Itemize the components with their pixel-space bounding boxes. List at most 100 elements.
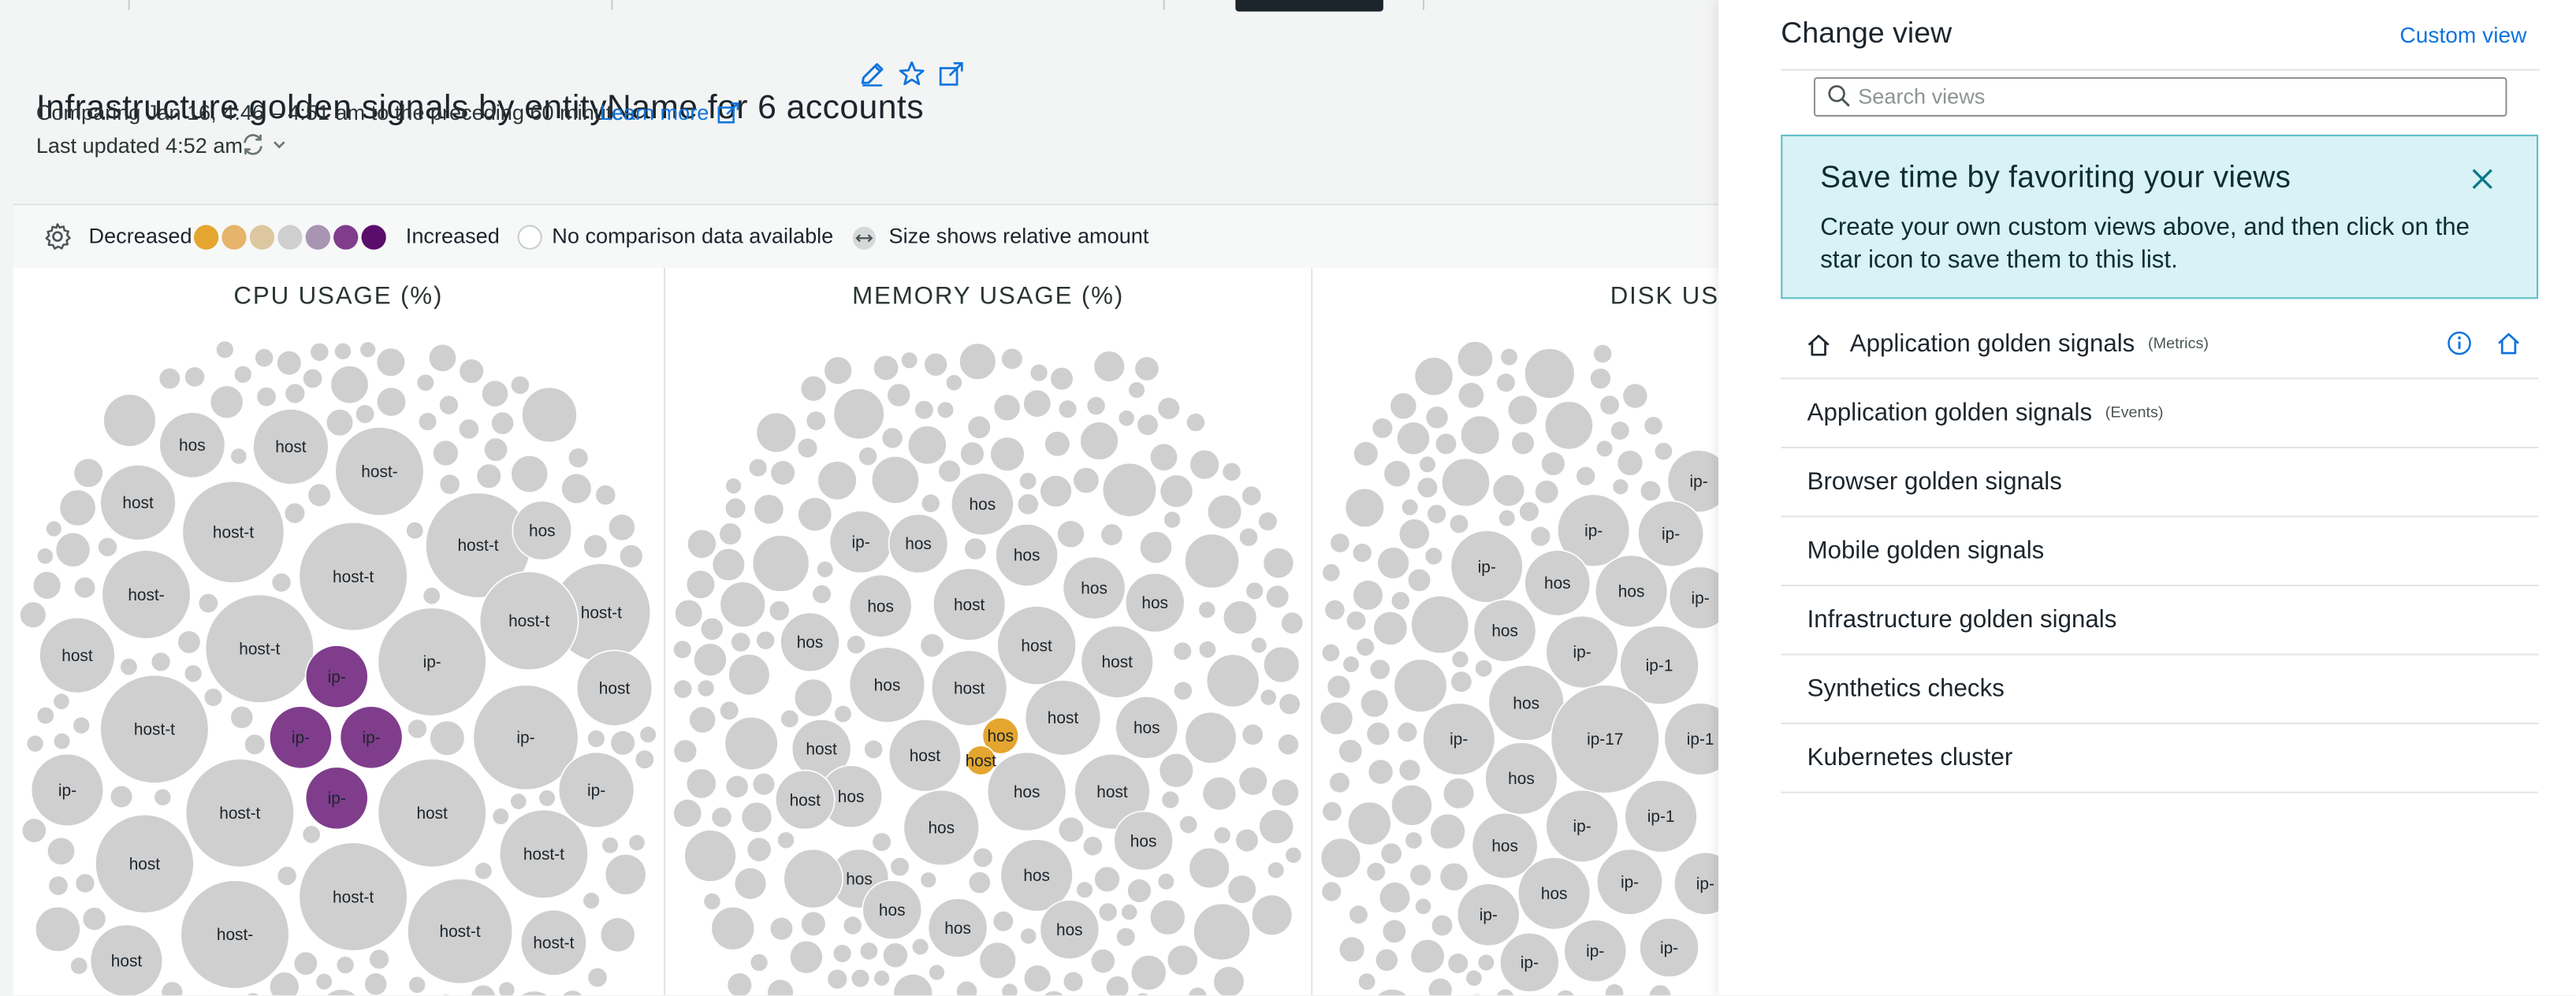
host-bubble[interactable] xyxy=(1416,476,1439,499)
host-bubble[interactable] xyxy=(368,948,390,971)
host-bubble[interactable] xyxy=(333,341,352,361)
host-bubble[interactable] xyxy=(1265,584,1290,609)
host-bubble[interactable] xyxy=(672,678,694,700)
host-bubble[interactable] xyxy=(1089,948,1116,975)
host-bubble[interactable] xyxy=(470,983,497,996)
host-bubble[interactable] xyxy=(1280,611,1305,635)
open-external-icon[interactable] xyxy=(936,59,966,89)
host-bubble[interactable] xyxy=(1372,610,1409,646)
edit-pencil-icon[interactable] xyxy=(858,59,888,89)
star-icon[interactable] xyxy=(897,59,927,89)
host-bubble[interactable] xyxy=(177,630,202,655)
host-bubble[interactable] xyxy=(1534,479,1560,505)
host-bubble[interactable] xyxy=(1396,721,1419,743)
host-bubble[interactable] xyxy=(315,972,333,991)
host-bubble[interactable] xyxy=(766,978,795,996)
host-bubble[interactable] xyxy=(19,600,47,630)
host-bubble[interactable] xyxy=(936,400,955,419)
host-bubble[interactable] xyxy=(1326,674,1352,700)
host-bubble[interactable] xyxy=(1227,874,1257,905)
host-bubble[interactable] xyxy=(674,598,704,628)
host-bubble[interactable] xyxy=(497,980,516,996)
host-bubble[interactable] xyxy=(1320,880,1342,903)
host-bubble[interactable] xyxy=(1241,485,1263,507)
host-bubble[interactable] xyxy=(309,341,330,362)
host-bubble[interactable] xyxy=(753,493,785,526)
host-bubble[interactable] xyxy=(1495,987,1515,996)
host-bubble[interactable] xyxy=(963,537,988,561)
host-bubble[interactable] xyxy=(992,393,1022,422)
host-bubble[interactable] xyxy=(1352,579,1384,611)
host-bubble[interactable] xyxy=(1234,827,1260,853)
host-bubble[interactable] xyxy=(1022,388,1052,418)
host-bubble[interactable] xyxy=(627,833,646,852)
host-bubble[interactable] xyxy=(992,910,1014,933)
host-bubble[interactable] xyxy=(1222,600,1258,635)
host-bubble[interactable] xyxy=(102,393,157,448)
host-bubble[interactable] xyxy=(150,651,172,673)
host-bubble[interactable] xyxy=(521,386,578,444)
host-bubble[interactable] xyxy=(1016,492,1040,516)
host-bubble[interactable] xyxy=(35,705,55,726)
host-bubble[interactable] xyxy=(1205,653,1260,708)
host-bubble[interactable] xyxy=(435,993,457,996)
host-bubble[interactable] xyxy=(1589,367,1612,390)
host-bubble[interactable] xyxy=(1319,701,1354,736)
host-bubble[interactable] xyxy=(1221,461,1242,482)
host-bubble[interactable] xyxy=(1185,412,1206,433)
host-bubble[interactable] xyxy=(1381,918,1407,944)
toolbar-primary-button[interactable] xyxy=(1235,0,1383,12)
host-bubble[interactable] xyxy=(1540,451,1566,477)
host-bubble[interactable] xyxy=(1621,382,1649,410)
host-bubble[interactable] xyxy=(696,678,716,698)
host-bubble[interactable] xyxy=(375,386,408,418)
host-bubble[interactable] xyxy=(1148,898,1186,936)
view-list-item[interactable]: Application golden signals (Metrics) xyxy=(1781,310,2539,380)
host-bubble[interactable] xyxy=(1178,814,1199,834)
host-bubble[interactable] xyxy=(482,437,509,463)
host-bubble[interactable] xyxy=(1595,439,1614,459)
gear-icon[interactable] xyxy=(43,221,73,251)
host-bubble[interactable] xyxy=(816,559,835,579)
host-bubble[interactable] xyxy=(215,340,235,360)
search-views-input[interactable] xyxy=(1858,82,2483,109)
host-bubble[interactable] xyxy=(1257,511,1279,532)
host-bubble[interactable] xyxy=(710,905,756,951)
host-bubble[interactable] xyxy=(81,906,107,931)
host-bubble[interactable] xyxy=(209,385,244,420)
host-bubble[interactable] xyxy=(1072,466,1100,495)
host-bubble[interactable] xyxy=(229,447,248,466)
host-bubble[interactable] xyxy=(805,410,827,432)
host-bubble[interactable] xyxy=(1159,474,1194,509)
host-bubble[interactable] xyxy=(432,439,460,467)
host-bubble[interactable] xyxy=(276,349,303,377)
host-bubble[interactable] xyxy=(751,534,810,593)
host-bubble[interactable] xyxy=(1115,926,1137,948)
host-bubble[interactable] xyxy=(1156,872,1176,891)
host-bubble[interactable] xyxy=(1093,865,1121,894)
host-bubble[interactable] xyxy=(427,343,458,373)
host-bubble[interactable] xyxy=(1120,903,1139,922)
host-bubble[interactable] xyxy=(408,976,427,994)
host-bubble[interactable] xyxy=(749,953,769,972)
view-list-item[interactable]: Infrastructure golden signals xyxy=(1781,586,2539,656)
host-bubble[interactable] xyxy=(1498,508,1517,528)
host-bubble[interactable] xyxy=(1201,775,1238,812)
host-bubble[interactable] xyxy=(1529,525,1552,548)
view-list-item[interactable]: Mobile golden signals xyxy=(1781,518,2539,587)
host-bubble[interactable] xyxy=(1376,546,1410,580)
host-bubble[interactable] xyxy=(438,394,460,416)
host-bubble[interactable] xyxy=(858,941,879,961)
host-bubble[interactable] xyxy=(966,414,992,440)
host-bubble[interactable] xyxy=(1418,455,1437,474)
host-bubble[interactable] xyxy=(892,973,934,996)
host-bubble[interactable] xyxy=(560,989,585,996)
host-bubble[interactable] xyxy=(1127,381,1146,400)
host-bubble[interactable] xyxy=(1604,983,1625,996)
host-bubble[interactable] xyxy=(1238,526,1259,548)
host-bubble[interactable] xyxy=(1499,347,1519,367)
host-bubble[interactable] xyxy=(1414,897,1433,916)
host-bubble[interactable] xyxy=(32,570,62,600)
host-bubble[interactable] xyxy=(109,784,134,809)
host-bubble[interactable] xyxy=(1372,988,1413,996)
